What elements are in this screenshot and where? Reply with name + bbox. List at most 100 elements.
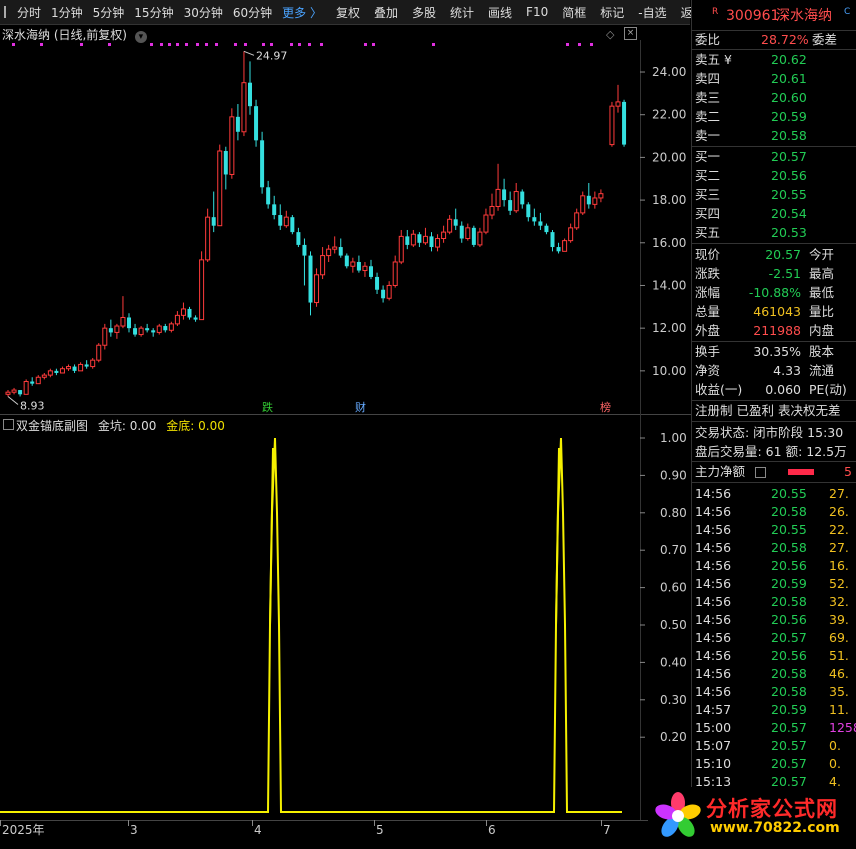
signal-marker [290,43,293,46]
candle-body [609,105,615,146]
candle-body [47,370,53,376]
buy-price: 20.57 [771,149,807,164]
jinkeng-value: 0.00 [129,419,157,433]
buy-price: 20.53 [771,225,807,240]
candle-body [417,234,422,243]
stat-right-label: 最低 [809,285,835,300]
event-label: 跌 [262,400,273,414]
candle-body [35,376,41,385]
candle-body [78,363,84,372]
panel-row: 14:57 20.59 11. [692,700,856,719]
buy-level-label: 买四 [695,206,721,221]
signal-marker [40,43,43,46]
candle-body [592,197,598,205]
stat-label: 涨跌 [695,266,721,281]
tick-price: 20.59 [771,702,807,717]
x-tick-label: 4 [254,823,262,837]
panel-row: 14:56 20.56 39. [692,610,856,629]
panel-row: 14:56 20.56 16. [692,556,856,575]
candle-body [326,248,332,257]
signal-marker [372,43,375,46]
stat-value: -2.51 [768,266,801,281]
panel-row: 买四 20.54 [692,204,856,223]
candle-body [205,216,211,261]
candle-body [254,106,259,141]
tick-time: 14:56 [695,486,732,501]
sell-level-label: 卖四 [695,71,721,86]
panel-row: 注册制 已盈利 表决权无差 [692,401,856,420]
panel-divider [692,482,856,483]
list-icon[interactable] [755,467,766,478]
stock-name: 深水海纳 [776,8,832,24]
jindi-label: 金底: [166,419,195,433]
panel-row: 收益(一) 0.060 PE(动) [692,380,856,399]
panel-row: 盘后交易量: 61 额: 12.5万 [692,442,856,461]
settings-icon[interactable] [3,419,14,430]
panel-row: 14:56 20.58 35. [692,682,856,701]
stat-label: 总量 [695,304,721,319]
candle-body [11,389,17,393]
panel-row: 买三 20.55 [692,185,856,204]
price-tick-label: 16.00 [652,236,686,250]
signal-marker [205,43,208,46]
stock-header[interactable]: R 300961 深水海纳 C [692,5,856,27]
tick-time: 14:56 [695,522,732,537]
candle-body [108,328,113,333]
signal-marker [185,43,188,46]
candle-body [350,261,356,267]
signal-marker [160,43,163,46]
candle-body [199,259,205,321]
stat-right-label: 内盘 [809,323,835,338]
candle-body [502,189,507,201]
signal-marker [244,43,247,46]
stat-right-label: 今开 [809,247,835,262]
signal-marker [80,43,83,46]
panel-row: 买一 20.57 [692,147,856,166]
signal-marker [298,43,301,46]
x-axis: 2025年 3 4 5 6 7 [0,820,611,837]
candle-body [622,101,627,145]
candle-body [574,212,580,229]
sell-price: 20.60 [771,90,807,105]
x-tick-label: 7 [603,823,611,837]
stat2-right-label: PE(动) [809,382,847,397]
tick-volume: 0. [829,756,841,771]
tick-price: 20.58 [771,666,807,681]
signal-marker [12,43,15,46]
tick-volume: 39. [829,612,849,627]
panel-row: 14:56 20.58 46. [692,664,856,683]
candle-body [84,364,89,367]
tick-time: 14:56 [695,594,732,609]
candle-body [120,316,126,327]
tick-volume: 27. [829,486,849,501]
sell-level-label: 卖五 ¥ [695,52,732,67]
candle-body [5,391,11,395]
tick-price: 20.57 [771,756,807,771]
candle-body [320,255,326,276]
candle-body [453,219,458,226]
sub-axis-label: 1.00 [660,431,687,445]
candle-body [405,236,410,245]
candle-body [59,368,65,374]
candle-body [398,235,404,263]
tick-price: 20.56 [771,558,807,573]
tick-time: 14:57 [695,702,732,717]
tick-time: 14:56 [695,540,732,555]
x-tick-label: 2025年 [2,823,45,837]
tick-time: 15:00 [695,720,732,735]
x-tick-label: 5 [376,823,384,837]
jinkeng-label: 金坑: [97,419,126,433]
panel-row: 主力净额 5 [692,462,856,481]
tick-volume: 69. [829,630,849,645]
stat-value: 461043 [753,304,801,319]
candle-body [459,225,464,239]
flow-label: 主力净额 [695,464,746,479]
logo-url: www.70822.com [710,820,840,836]
stat-value: 20.57 [765,247,801,262]
signal-marker [168,43,171,46]
candle-body [156,325,162,333]
tick-volume: 1258. [829,720,856,735]
flow-value: 5 [844,464,852,479]
candle-body [508,200,513,211]
candle-body [308,255,313,303]
